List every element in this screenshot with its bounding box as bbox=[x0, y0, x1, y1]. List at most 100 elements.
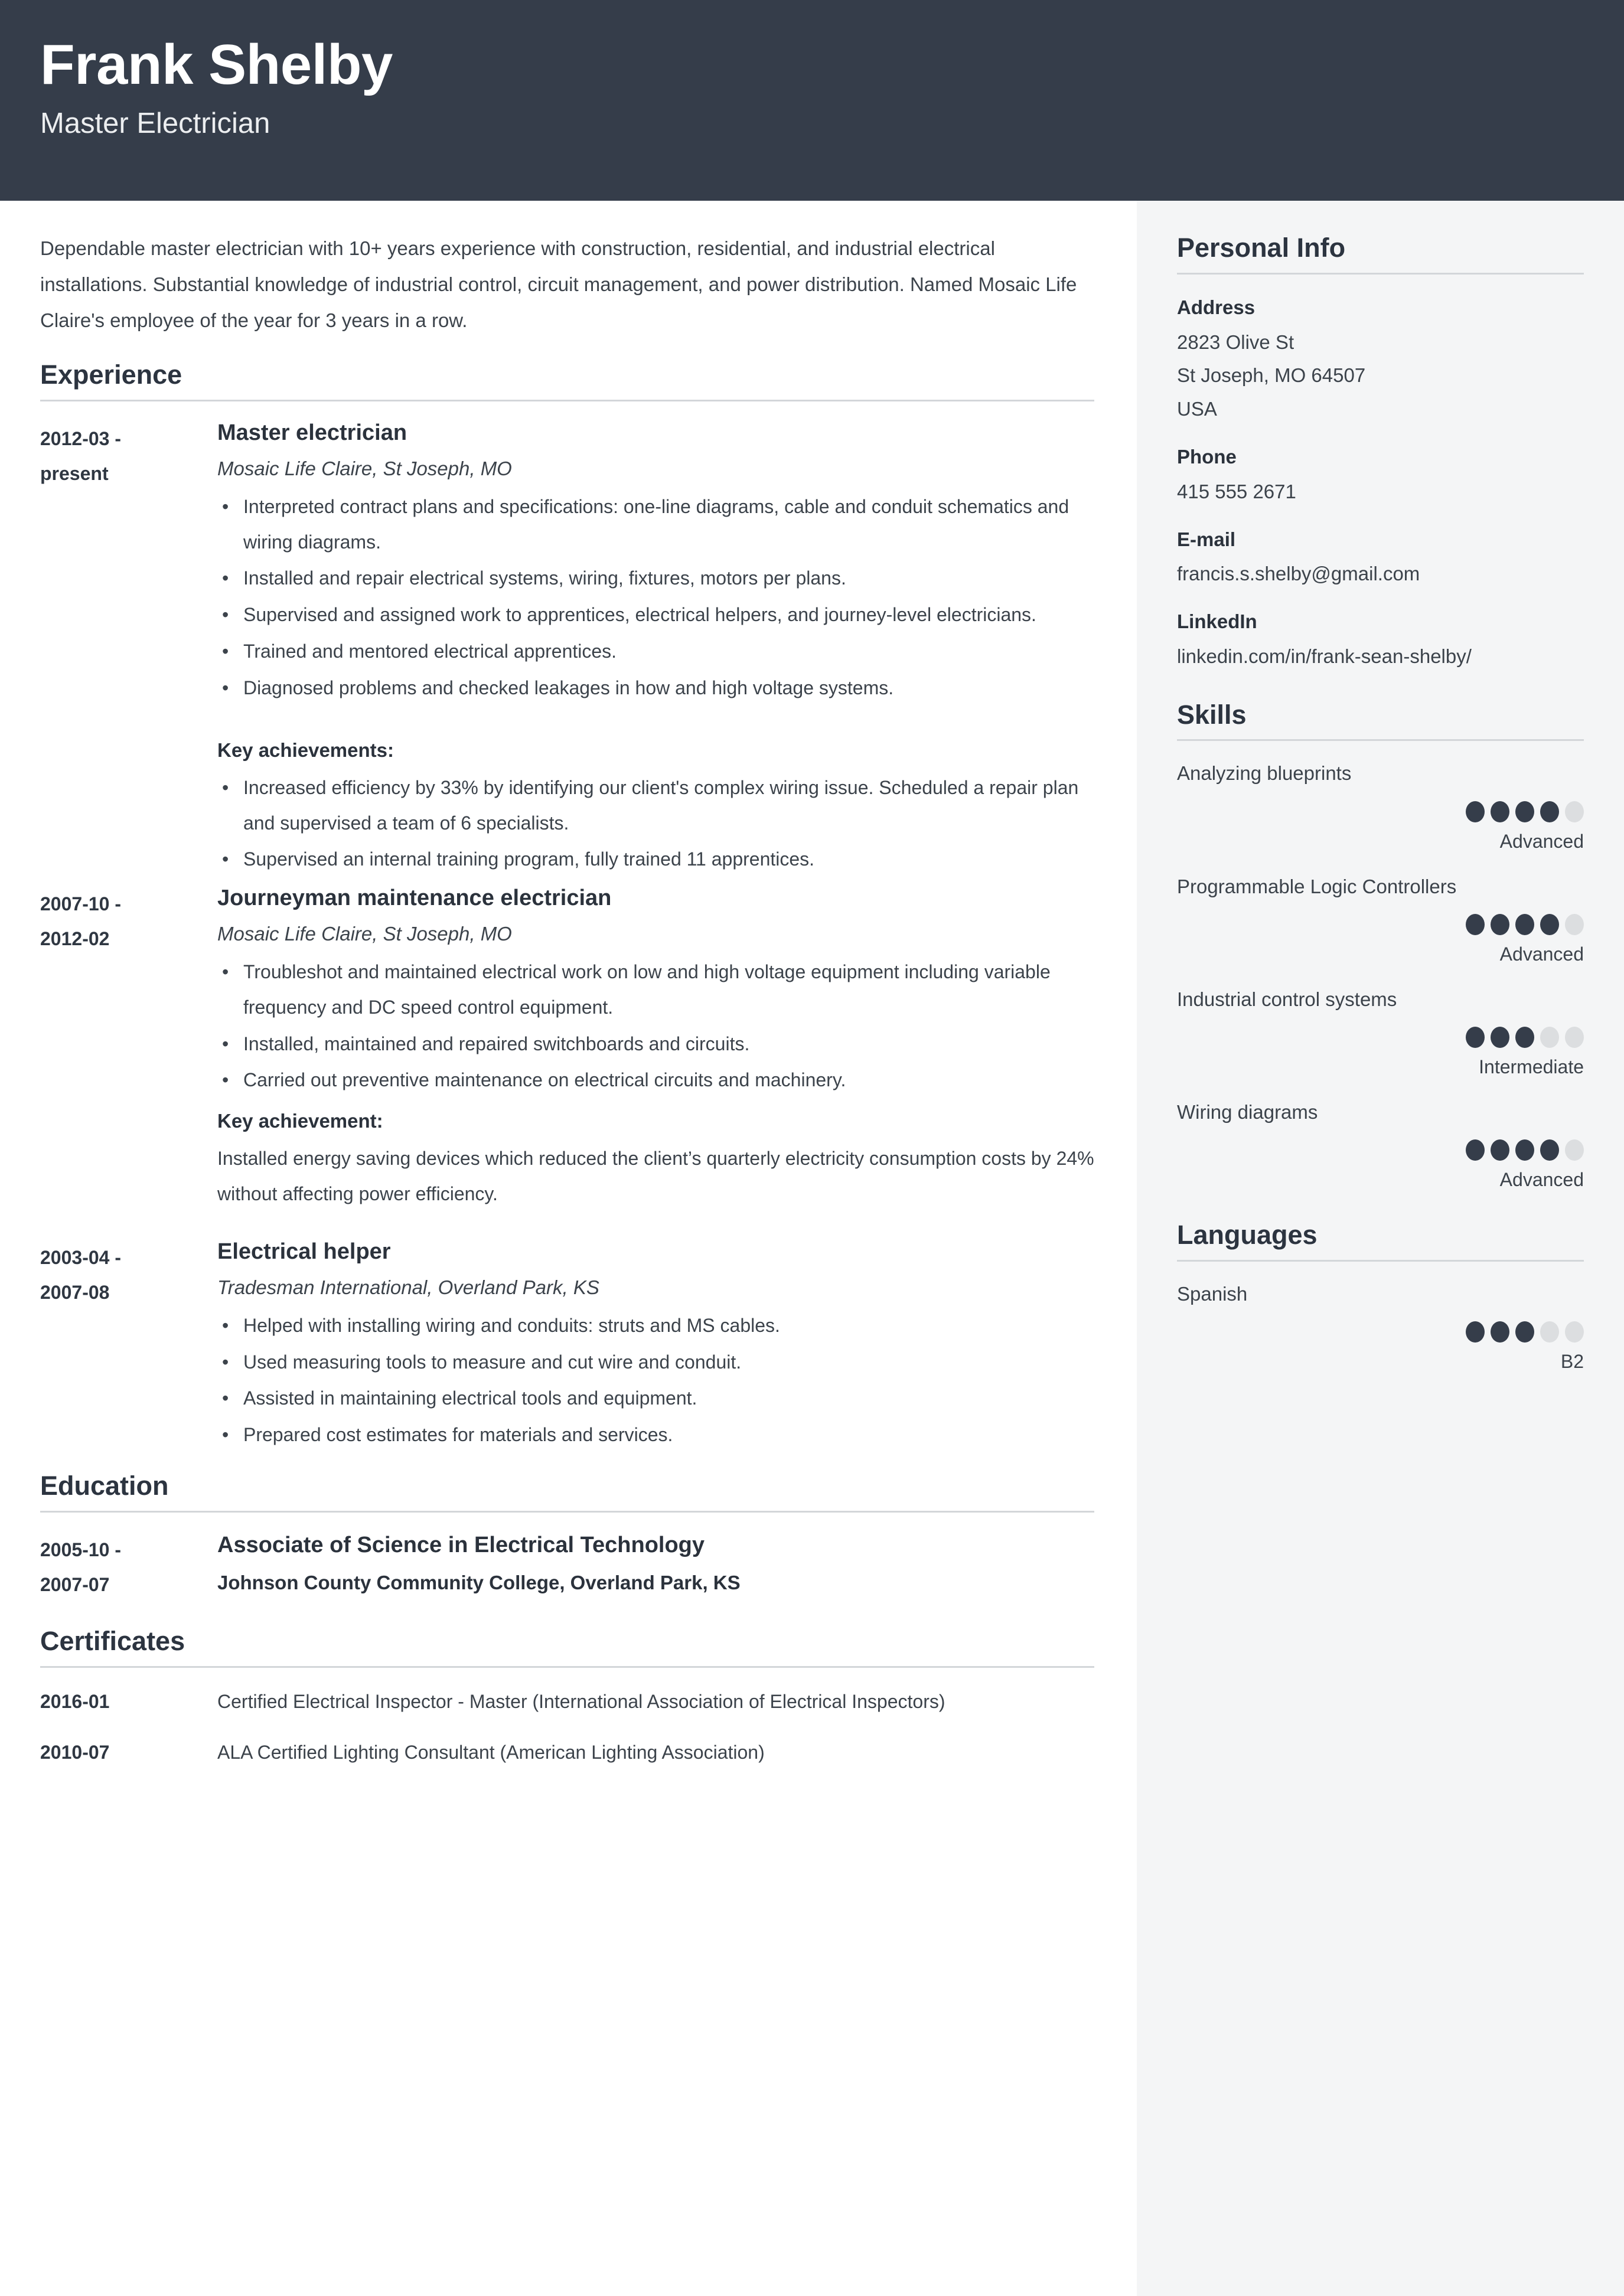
list-item: Carried out preventive maintenance on el… bbox=[217, 1063, 1094, 1098]
certificate-date: 2016-01 bbox=[40, 1690, 110, 1712]
rating-dot-empty bbox=[1565, 801, 1584, 822]
phone-value[interactable]: 415 555 2671 bbox=[1177, 476, 1584, 508]
entry-details: Journeyman maintenance electrician Mosai… bbox=[217, 883, 1094, 1232]
sidebar: Personal Info Address 2823 Olive St St J… bbox=[1137, 201, 1624, 2296]
linkedin-label: LinkedIn bbox=[1177, 610, 1257, 633]
rating-dots bbox=[1177, 801, 1584, 822]
entry-date-range: 2003-04 - 2007-08 bbox=[40, 1237, 217, 1310]
rating-dot-empty bbox=[1565, 1139, 1584, 1161]
experience-section: Experience 2012-03 - present Master elec… bbox=[40, 360, 1094, 1454]
phone-label: Phone bbox=[1177, 445, 1237, 468]
certificates-heading: Certificates bbox=[40, 1626, 185, 1657]
skill-item-level: Advanced bbox=[1499, 830, 1584, 852]
rating-dot-filled bbox=[1491, 914, 1509, 936]
rating-dots bbox=[1177, 914, 1584, 936]
rating-dot-filled bbox=[1491, 1139, 1509, 1161]
entry-details: Electrical helper Tradesman Internationa… bbox=[217, 1237, 1094, 1454]
rating-dot-filled bbox=[1540, 914, 1559, 936]
list-item: Installed, maintained and repaired switc… bbox=[217, 1027, 1094, 1062]
section-divider bbox=[1177, 272, 1584, 275]
job-title: Master electrician bbox=[217, 420, 407, 445]
certificate-date: 2010-07 bbox=[40, 1741, 110, 1763]
certificate-text: Certified Electrical Inspector - Master … bbox=[217, 1690, 945, 1712]
list-item: Installed and repair electrical systems,… bbox=[217, 561, 1094, 596]
list-item: Assisted in maintaining electrical tools… bbox=[217, 1381, 1094, 1416]
language-item-level: B2 bbox=[1560, 1351, 1584, 1373]
skill-item-level: Advanced bbox=[1499, 1169, 1584, 1191]
job-company: Mosaic Life Claire, St Joseph, MO bbox=[217, 923, 512, 945]
skill-item: Analyzing blueprints Advanced bbox=[1177, 759, 1584, 854]
entry-details: Certified Electrical Inspector - Master … bbox=[217, 1684, 1094, 1720]
rating-dot-filled bbox=[1466, 1027, 1485, 1049]
date-to: 2007-08 bbox=[40, 1282, 110, 1304]
skill-item-label: Programmable Logic Controllers bbox=[1177, 875, 1457, 897]
job-title: Electrical helper bbox=[217, 1239, 391, 1264]
key-achievement-heading: Key achievement: bbox=[217, 1110, 383, 1132]
job-company: Mosaic Life Claire, St Joseph, MO bbox=[217, 458, 512, 480]
date-from: 2005-10 - bbox=[40, 1539, 121, 1560]
rating-dot-filled bbox=[1515, 1321, 1534, 1343]
skills-section: Skills Analyzing blueprints Advanced Progr… bbox=[1177, 700, 1584, 1193]
experience-entry: 2007-10 - 2012-02 Journeyman maintenance… bbox=[40, 883, 1094, 1232]
linkedin-value[interactable]: linkedin.com/in/frank-sean-shelby/ bbox=[1177, 641, 1584, 672]
skill-item: Industrial control systems Intermediate bbox=[1177, 985, 1584, 1080]
entry-details: Associate of Science in Electrical Techn… bbox=[217, 1529, 1094, 1597]
language-item: Spanish B2 bbox=[1177, 1279, 1584, 1374]
address-line-2: St Joseph, MO 64507 bbox=[1177, 364, 1366, 387]
languages-heading: Languages bbox=[1177, 1219, 1318, 1250]
job-title: Journeyman maintenance electrician bbox=[217, 886, 612, 911]
key-achievements-list: Increased efficiency by 33% by identifyi… bbox=[217, 770, 1094, 877]
list-item: Troubleshot and maintained electrical wo… bbox=[217, 955, 1094, 1025]
address-line-1: 2823 Olive St bbox=[1177, 331, 1294, 353]
degree-title: Associate of Science in Electrical Techn… bbox=[217, 1532, 705, 1557]
section-divider bbox=[1177, 739, 1584, 742]
address-line-3: USA bbox=[1177, 398, 1217, 420]
date-from: 2012-03 - bbox=[40, 427, 121, 449]
rating-dot-empty bbox=[1540, 1321, 1559, 1343]
list-item: Diagnosed problems and checked leakages … bbox=[217, 671, 1094, 706]
certificate-entry: 2010-07 ALA Certified Lighting Consultan… bbox=[40, 1735, 1094, 1771]
date-from: 2007-10 - bbox=[40, 893, 121, 915]
resume-body: Dependable master electrician with 10+ y… bbox=[0, 201, 1624, 2296]
personal-info-heading: Personal Info bbox=[1177, 233, 1346, 263]
email-group: E-mail francis.s.shelby@gmail.com bbox=[1177, 524, 1584, 590]
main-column: Dependable master electrician with 10+ y… bbox=[0, 201, 1137, 2296]
rating-dot-empty bbox=[1565, 1321, 1584, 1343]
languages-list: Spanish B2 bbox=[1177, 1279, 1584, 1374]
rating-dot-empty bbox=[1565, 914, 1584, 936]
date-to: 2012-02 bbox=[40, 928, 110, 950]
job-duties-list: Troubleshot and maintained electrical wo… bbox=[217, 955, 1094, 1098]
rating-dot-filled bbox=[1491, 1027, 1509, 1049]
rating-dots bbox=[1177, 1139, 1584, 1161]
job-duties-list: Helped with installing wiring and condui… bbox=[217, 1308, 1094, 1453]
skill-item-label: Industrial control systems bbox=[1177, 988, 1397, 1010]
experience-entry: 2003-04 - 2007-08 Electrical helper Trad… bbox=[40, 1237, 1094, 1454]
entry-details: Master electrician Mosaic Life Claire, S… bbox=[217, 418, 1094, 878]
job-company: Tradesman International, Overland Park, … bbox=[217, 1276, 599, 1299]
job-duties-list: Interpreted contract plans and specifica… bbox=[217, 489, 1094, 706]
address-label: Address bbox=[1177, 296, 1255, 318]
list-item: Increased efficiency by 33% by identifyi… bbox=[217, 770, 1094, 841]
key-achievements-heading: Key achievements: bbox=[217, 739, 394, 761]
education-entry: 2005-10 - 2007-07 Associate of Science i… bbox=[40, 1529, 1094, 1602]
rating-dot-filled bbox=[1540, 801, 1559, 822]
professional-summary: Dependable master electrician with 10+ y… bbox=[40, 237, 1077, 332]
entry-date-range: 2007-10 - 2012-02 bbox=[40, 883, 217, 956]
rating-dot-filled bbox=[1491, 801, 1509, 822]
education-section: Education 2005-10 - 2007-07 Associate of… bbox=[40, 1471, 1094, 1602]
list-item: Interpreted contract plans and specifica… bbox=[217, 489, 1094, 560]
email-value[interactable]: francis.s.shelby@gmail.com bbox=[1177, 559, 1584, 590]
list-item: Trained and mentored electrical apprenti… bbox=[217, 634, 1094, 669]
school-name: Johnson County Community College, Overla… bbox=[217, 1571, 741, 1593]
rating-dot-empty bbox=[1540, 1027, 1559, 1049]
languages-section: Languages Spanish B2 bbox=[1177, 1220, 1584, 1374]
rating-dot-filled bbox=[1466, 1139, 1485, 1161]
rating-dots bbox=[1177, 1027, 1584, 1049]
list-item: Supervised and assigned work to apprenti… bbox=[217, 597, 1094, 633]
section-divider bbox=[40, 399, 1094, 401]
rating-dot-filled bbox=[1491, 1321, 1509, 1343]
rating-dots bbox=[1177, 1321, 1584, 1343]
phone-group: Phone 415 555 2671 bbox=[1177, 442, 1584, 508]
rating-dot-filled bbox=[1540, 1139, 1559, 1161]
section-divider bbox=[40, 1665, 1094, 1668]
